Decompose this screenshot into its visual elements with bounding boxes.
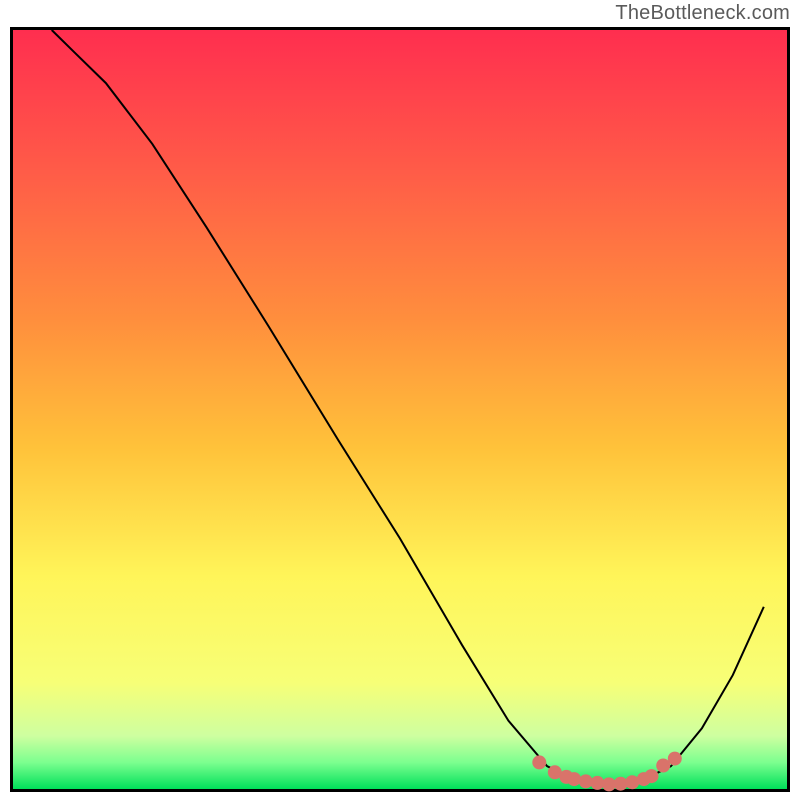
marker-point xyxy=(645,769,659,783)
marker-point xyxy=(668,752,682,766)
marker-point xyxy=(567,772,581,786)
watermark-text: TheBottleneck.com xyxy=(615,2,790,25)
marker-point xyxy=(532,755,546,769)
plot-background xyxy=(13,30,787,789)
chart-plot xyxy=(0,0,800,800)
